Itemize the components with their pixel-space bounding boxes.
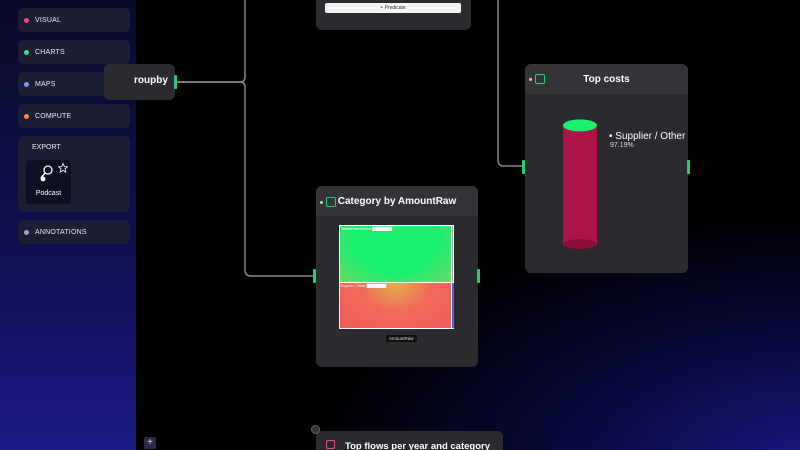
legend-label: • Supplier / Other bbox=[609, 131, 686, 142]
graph-canvas[interactable]: VISUAL CHARTS MAPS COMPUTE EXPORT Podcas… bbox=[0, 0, 800, 450]
cylinder-bottom bbox=[563, 239, 597, 249]
sidebar-item-label: COMPUTE bbox=[35, 112, 72, 120]
treemap-chart: Taxes/Fees/Carbon ████████ Supplier / Ot… bbox=[339, 225, 454, 329]
category-output-port[interactable] bbox=[477, 269, 480, 283]
sidebar-item-label: VISUAL bbox=[35, 16, 62, 24]
node-title: Top flows per year and category bbox=[345, 441, 491, 450]
cylinder-body bbox=[563, 125, 597, 244]
visual-dot-icon bbox=[24, 17, 29, 23]
compute-dot-icon bbox=[24, 113, 29, 119]
export-section: EXPORT Podcast bbox=[18, 136, 130, 212]
sidebar-item-visual[interactable]: VISUAL bbox=[18, 8, 130, 32]
sidebar-item-charts[interactable]: CHARTS bbox=[18, 40, 130, 64]
charts-dot-icon bbox=[24, 49, 29, 55]
top-costs-output-port[interactable] bbox=[687, 160, 690, 174]
node-title: Top costs bbox=[583, 73, 630, 85]
podcast-card[interactable]: Podcast bbox=[26, 160, 71, 204]
treemap-bottom-label: Supplier / Other ████████ bbox=[341, 284, 387, 288]
status-dot-icon bbox=[320, 201, 323, 204]
node-title: Category by AmountRaw bbox=[337, 195, 457, 207]
add-node-button[interactable]: + bbox=[144, 437, 156, 449]
category-input-port[interactable] bbox=[313, 269, 316, 283]
cylinder-chart bbox=[563, 119, 597, 249]
treemap-tile-bottom[interactable] bbox=[340, 283, 451, 328]
treemap-tile-top[interactable] bbox=[340, 226, 451, 282]
sidebar-item-annotations[interactable]: ANNOTATIONS bbox=[18, 220, 130, 244]
groupby-node[interactable]: roupby bbox=[104, 64, 175, 100]
treemap-tile-sliver bbox=[452, 226, 453, 282]
annotations-dot-icon bbox=[24, 229, 29, 235]
sidebar-item-label: ANNOTATIONS bbox=[35, 228, 87, 236]
chart-type-icon bbox=[326, 197, 336, 207]
treemap-top-label: Taxes/Fees/Carbon ████████ bbox=[341, 227, 393, 231]
treemap-tile-sliver bbox=[452, 283, 454, 328]
sidebar-item-label: MAPS bbox=[35, 80, 56, 88]
node-header: Top costs bbox=[525, 64, 688, 94]
maps-dot-icon bbox=[24, 81, 29, 87]
axis-label: AmountRaw bbox=[386, 335, 417, 342]
cylinder-top bbox=[563, 119, 597, 132]
groupby-output-port[interactable] bbox=[174, 75, 177, 89]
add-predicate-button[interactable]: + Predicate bbox=[325, 3, 461, 13]
sidebar-item-compute[interactable]: COMPUTE bbox=[18, 104, 130, 128]
top-costs-node[interactable]: Top costs • Supplier / Other 97.19% bbox=[525, 64, 688, 273]
filter-node[interactable]: + Predicate bbox=[316, 0, 471, 30]
category-node[interactable]: Category by AmountRaw Taxes/Fees/Carbon … bbox=[316, 186, 478, 367]
node-header: Category by AmountRaw bbox=[316, 186, 478, 216]
chart-type-icon bbox=[535, 74, 545, 84]
top-flows-node[interactable]: Top flows per year and category bbox=[316, 431, 503, 450]
top-costs-input-port[interactable] bbox=[522, 160, 525, 174]
podcast-label: Podcast bbox=[35, 190, 62, 197]
status-dot-icon bbox=[529, 78, 532, 81]
chart-type-icon bbox=[326, 440, 335, 449]
export-title: EXPORT bbox=[32, 144, 61, 151]
star-icon[interactable] bbox=[58, 163, 68, 173]
percent-label: 97.19% bbox=[610, 142, 634, 149]
node-title: roupby bbox=[134, 75, 168, 86]
sidebar-item-label: CHARTS bbox=[35, 48, 65, 56]
collapse-icon[interactable] bbox=[311, 425, 320, 434]
